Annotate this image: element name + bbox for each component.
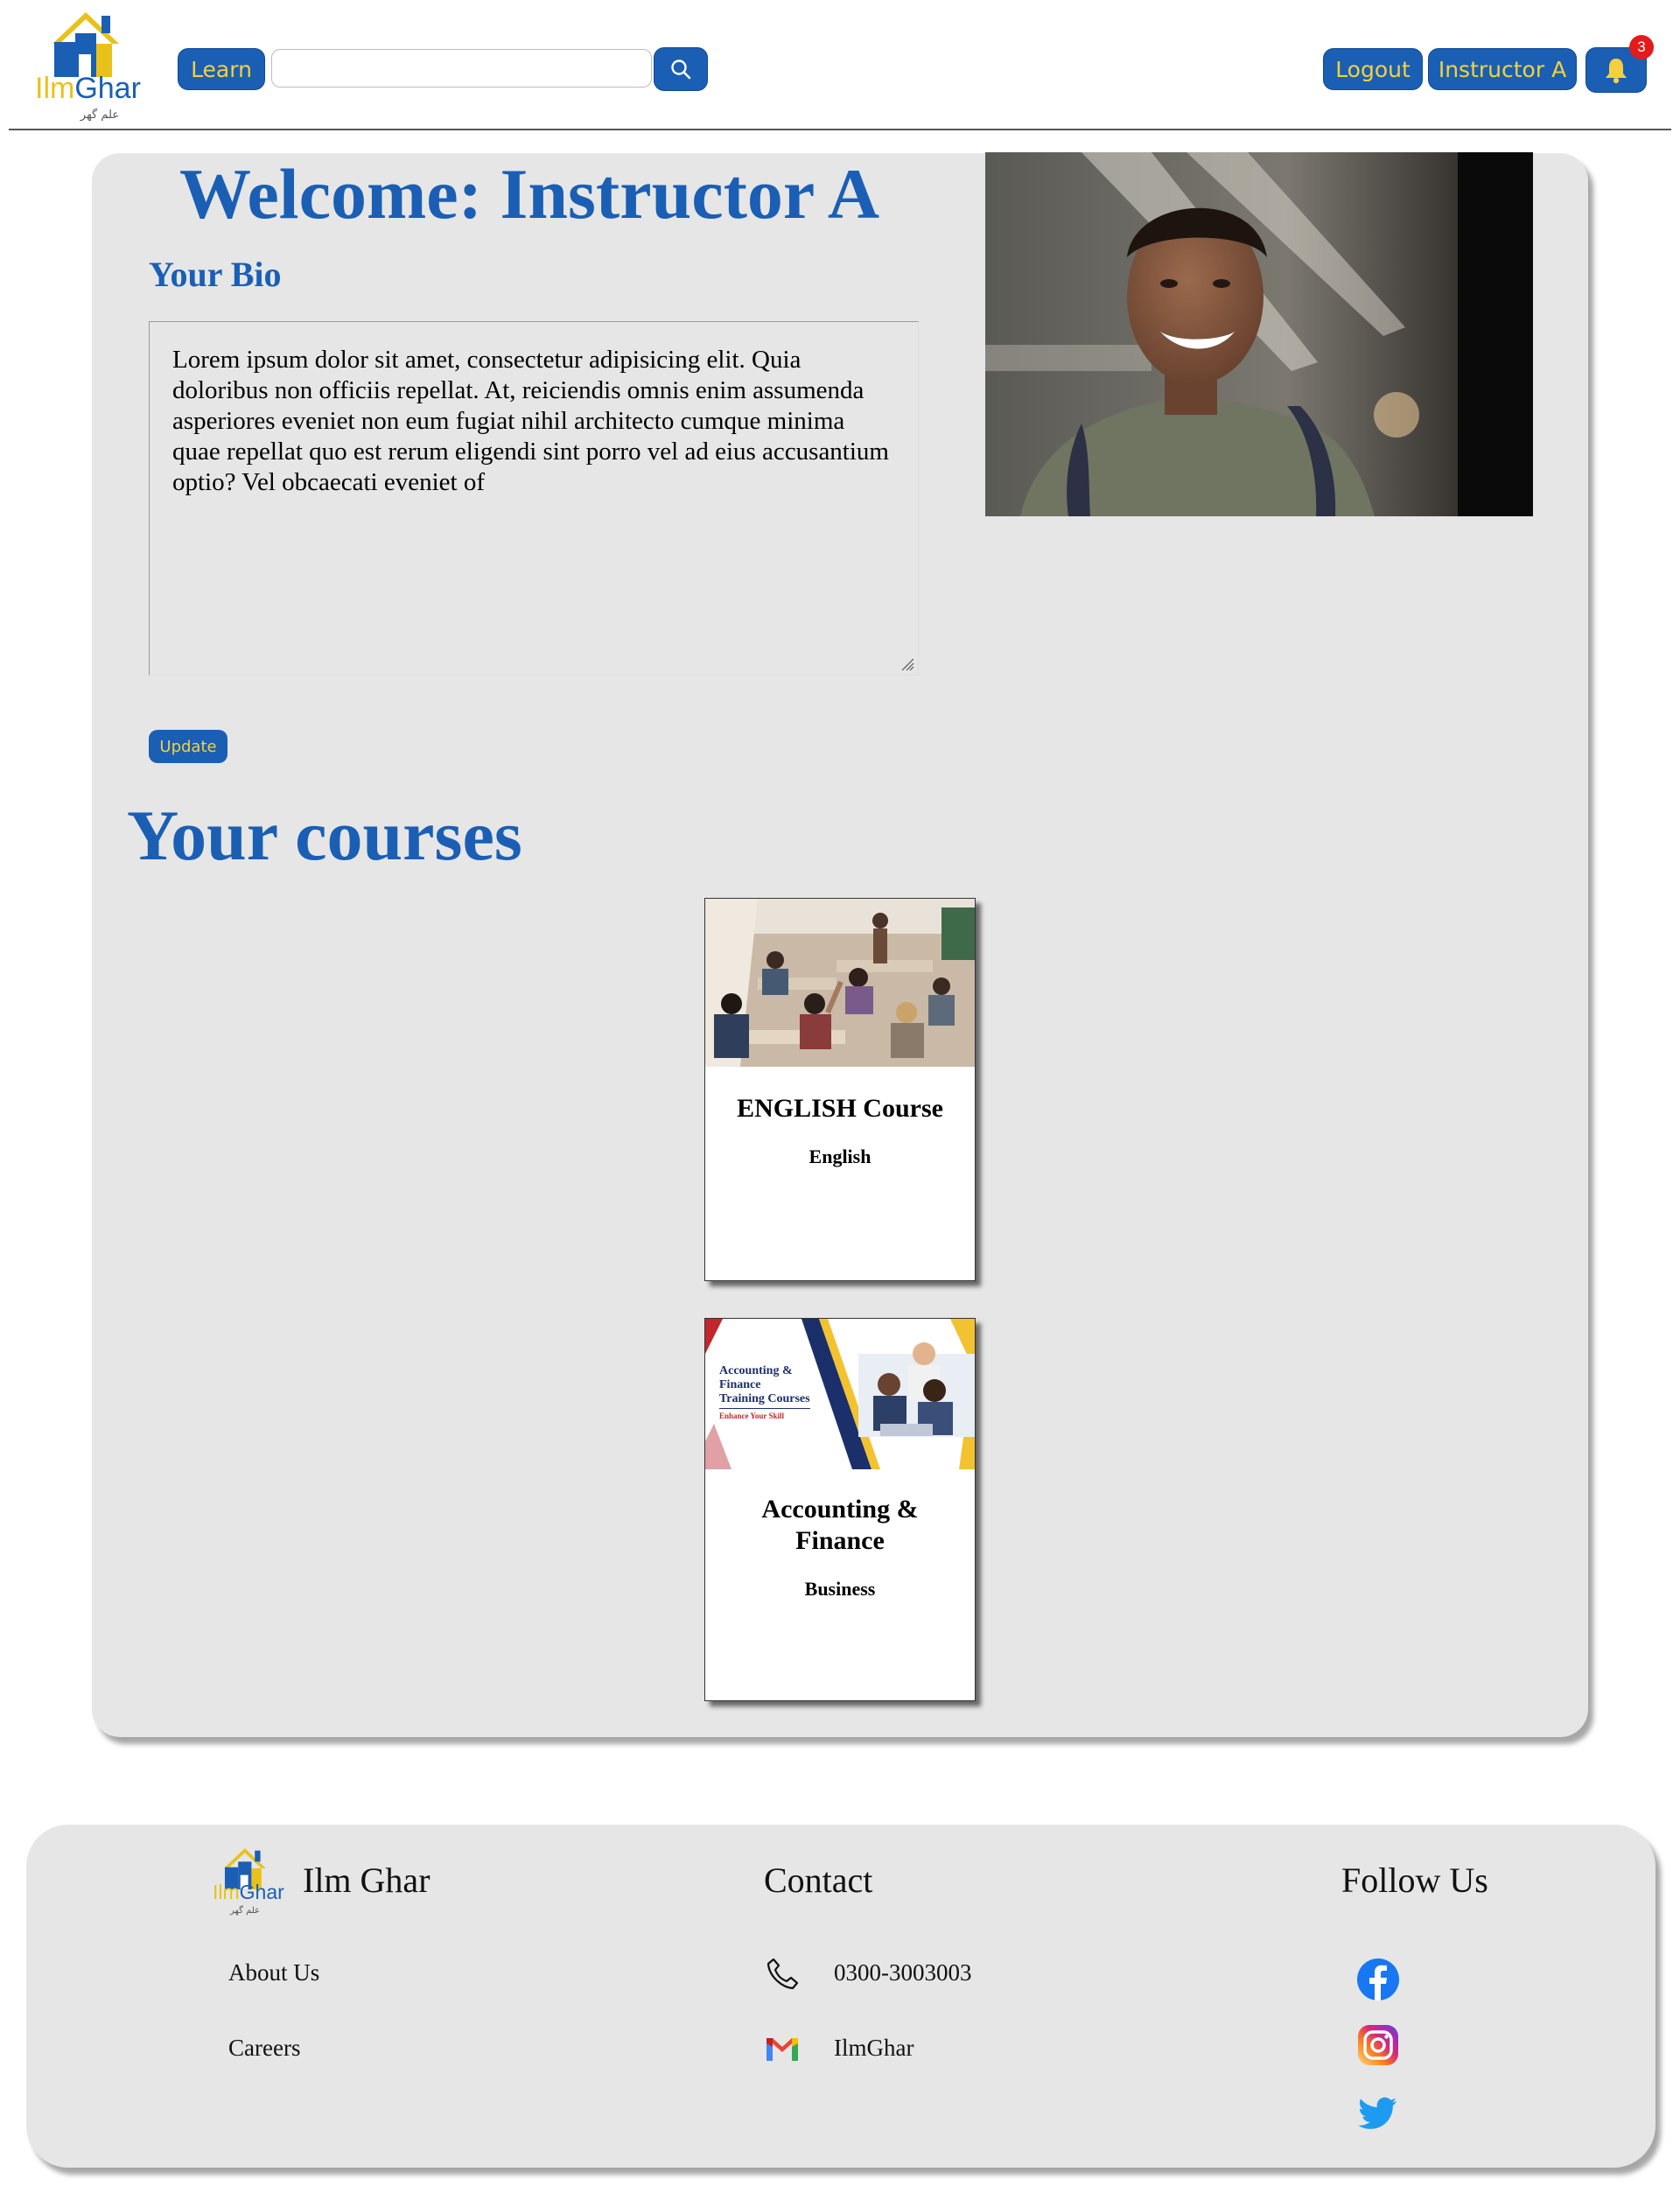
- careers-link[interactable]: Careers: [228, 2035, 300, 2062]
- email-address[interactable]: IlmGhar: [834, 2035, 914, 2062]
- bio-text: Lorem ipsum dolor sit amet, consectetur …: [172, 346, 889, 496]
- footer-logo-text-ilm: Ilm: [213, 1881, 240, 1903]
- instructor-photo: [985, 152, 1533, 516]
- welcome-heading: Welcome: Instructor A: [178, 154, 880, 234]
- banner-line-2: Finance: [719, 1378, 761, 1391]
- user-profile-button[interactable]: Instructor A: [1428, 48, 1577, 90]
- contact-heading: Contact: [764, 1860, 873, 1900]
- facebook-icon[interactable]: [1356, 1958, 1400, 2001]
- update-bio-button[interactable]: Update: [149, 730, 228, 763]
- search-input[interactable]: [271, 49, 652, 88]
- footer-brand-title: Ilm Ghar: [303, 1860, 430, 1900]
- course-title: ENGLISH Course: [737, 1094, 943, 1123]
- logout-button[interactable]: Logout: [1323, 48, 1423, 90]
- logo-urdu-text: علم گھر: [80, 109, 120, 122]
- banner-line-3: Training Courses: [719, 1392, 810, 1405]
- courses-heading: Your courses: [127, 795, 522, 875]
- banner-line-1: Accounting &: [719, 1364, 793, 1377]
- course-card-accounting[interactable]: Accounting & Finance Training Courses En…: [704, 1318, 976, 1701]
- logo-wordmark: IlmGhar: [35, 72, 162, 106]
- banner-text: Accounting & Finance Training Courses En…: [719, 1364, 810, 1423]
- footer-logo-urdu: علم گھر: [230, 1906, 260, 1916]
- learn-button[interactable]: Learn: [178, 48, 265, 90]
- course-title: Accounting & Finance: [761, 1495, 919, 1555]
- footer-logo-wordmark: IlmGhar: [213, 1881, 284, 1904]
- search-icon: [671, 60, 691, 80]
- bio-heading: Your Bio: [149, 255, 282, 294]
- notification-count-badge: 3: [1629, 35, 1654, 60]
- phone-number[interactable]: 0300-3003003: [834, 1959, 972, 1986]
- bell-icon: [1606, 59, 1627, 84]
- footer-logo[interactable]: IlmGhar علم گھر: [213, 1842, 293, 1921]
- search-button[interactable]: [654, 47, 708, 91]
- gmail-icon: [766, 2038, 798, 2061]
- resize-handle-icon[interactable]: [900, 657, 914, 671]
- house-logo-icon: [52, 12, 119, 77]
- course-thumbnail: Accounting & Finance Training Courses En…: [705, 1319, 975, 1469]
- about-us-link[interactable]: About Us: [228, 1959, 319, 1986]
- logo-text-ghar: Ghar: [74, 72, 141, 105]
- course-category: English: [808, 1146, 872, 1167]
- header-divider: [9, 129, 1671, 130]
- twitter-icon[interactable]: [1356, 2091, 1400, 2134]
- top-navbar: IlmGhar علم گھر Learn Logout Instructor …: [0, 0, 1680, 130]
- course-category: Business: [804, 1578, 876, 1600]
- bio-textarea[interactable]: Lorem ipsum dolor sit amet, consectetur …: [149, 321, 919, 676]
- banner-tagline: Enhance Your Skill: [719, 1408, 810, 1423]
- instagram-icon[interactable]: [1356, 2023, 1400, 2067]
- logo-text-ilm: Ilm: [35, 72, 75, 105]
- course-card-english[interactable]: ENGLISH Course English: [704, 898, 976, 1281]
- phone-icon: [766, 1958, 799, 1990]
- follow-us-heading: Follow Us: [1341, 1860, 1488, 1900]
- ilmghar-logo[interactable]: IlmGhar علم گھر: [35, 9, 162, 127]
- course-thumbnail: [705, 899, 975, 1067]
- footer-logo-text-ghar: Ghar: [239, 1881, 284, 1903]
